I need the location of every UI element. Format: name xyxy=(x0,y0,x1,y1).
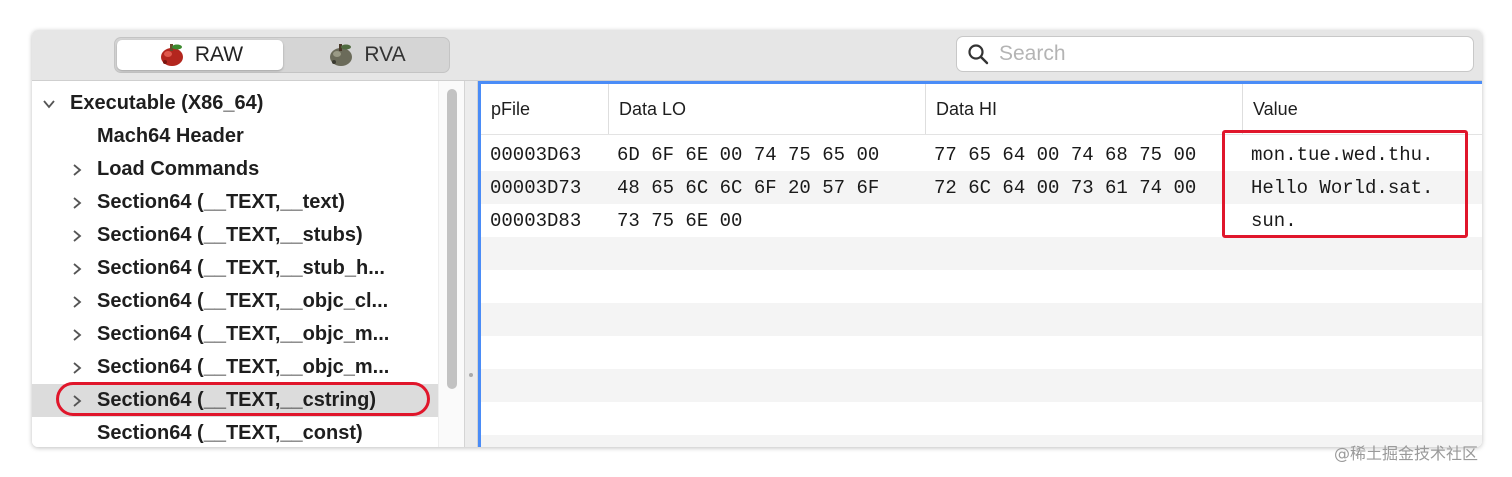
cell-data-lo: 48 65 6C 6C 6F 20 57 6F xyxy=(617,176,880,199)
empty-row xyxy=(481,237,1482,270)
empty-row xyxy=(481,270,1482,303)
column-header-data-hi[interactable]: Data HI xyxy=(926,84,1243,134)
search-field[interactable] xyxy=(956,36,1474,72)
view-mode-segmented-control: RAW RVA xyxy=(114,37,450,73)
cell-value: sun. xyxy=(1251,209,1297,232)
tree-item-label: Section64 (__TEXT,__objc_m... xyxy=(97,356,390,378)
table-row[interactable]: 00003D83 73 75 6E 00 sun. xyxy=(481,204,1482,237)
chevron-right-icon[interactable] xyxy=(70,394,84,408)
tree-item-section-const[interactable]: Section64 (__TEXT,__const) xyxy=(32,417,464,447)
column-header-pfile[interactable]: pFile xyxy=(481,84,609,134)
column-header-label: Data LO xyxy=(619,98,687,119)
tree-item-section-cstring[interactable]: Section64 (__TEXT,__cstring) xyxy=(32,384,464,417)
raw-mode-icon xyxy=(160,44,183,66)
tree-item-section-objc-methtype[interactable]: Section64 (__TEXT,__objc_m... xyxy=(32,351,464,384)
column-header-value[interactable]: Value xyxy=(1243,84,1482,134)
tree-item-mach64-header[interactable]: Mach64 Header xyxy=(32,120,464,153)
tree-item-label: Section64 (__TEXT,__objc_m... xyxy=(97,323,390,345)
tree-item-label: Section64 (__TEXT,__const) xyxy=(97,422,363,444)
empty-row xyxy=(481,369,1482,402)
cell-pfile: 00003D83 xyxy=(490,209,582,232)
cell-value: mon.tue.wed.thu. xyxy=(1251,143,1434,166)
chevron-right-icon[interactable] xyxy=(70,229,84,243)
search-input[interactable] xyxy=(997,41,1441,67)
tree-item-label: Executable (X86_64) xyxy=(70,92,264,114)
table-row[interactable]: 00003D63 6D 6F 6E 00 74 75 65 00 77 65 6… xyxy=(481,138,1482,171)
toolbar: RAW RVA xyxy=(32,30,1482,81)
split-view-divider[interactable] xyxy=(464,81,478,447)
tree-item-section-objc-classname[interactable]: Section64 (__TEXT,__objc_cl... xyxy=(32,285,464,318)
data-table: pFile Data LO Data HI Value 00003D63 6D … xyxy=(478,81,1482,447)
divider-grip-icon xyxy=(469,373,473,377)
column-header-label: pFile xyxy=(491,98,531,119)
tree-item-section-stub-helper[interactable]: Section64 (__TEXT,__stub_h... xyxy=(32,252,464,285)
empty-row xyxy=(481,402,1482,435)
cell-data-hi: 72 6C 64 00 73 61 74 00 xyxy=(934,176,1197,199)
rva-mode-icon xyxy=(330,44,353,66)
empty-row xyxy=(481,303,1482,336)
raw-mode-button[interactable]: RAW xyxy=(117,40,283,70)
cell-data-lo: 6D 6F 6E 00 74 75 65 00 xyxy=(617,143,880,166)
cell-data-hi: 77 65 64 00 74 68 75 00 xyxy=(934,143,1197,166)
sidebar-scrollbar-thumb[interactable] xyxy=(447,89,457,389)
cell-pfile: 00003D73 xyxy=(490,176,582,199)
app-window: RAW RVA Search Executable (X86_64) Mach6… xyxy=(32,30,1482,447)
chevron-right-icon[interactable] xyxy=(70,361,84,375)
tree-item-label: Section64 (__TEXT,__stub_h... xyxy=(97,257,385,279)
column-header-label: Value xyxy=(1253,98,1298,119)
chevron-right-icon[interactable] xyxy=(70,295,84,309)
chevron-right-icon[interactable] xyxy=(70,262,84,276)
rva-mode-button[interactable]: RVA xyxy=(283,40,449,70)
raw-mode-label: RAW xyxy=(194,43,244,66)
empty-row xyxy=(481,435,1482,447)
chevron-down-icon[interactable] xyxy=(42,97,56,111)
sidebar-scrollbar[interactable] xyxy=(438,81,464,447)
tree-item-label: Load Commands xyxy=(97,158,260,180)
tree-item-section-objc-methname[interactable]: Section64 (__TEXT,__objc_m... xyxy=(32,318,464,351)
table-row[interactable]: 00003D73 48 65 6C 6C 6F 20 57 6F 72 6C 6… xyxy=(481,171,1482,204)
tree-item-load-commands[interactable]: Load Commands xyxy=(32,153,464,186)
rva-mode-label: RVA xyxy=(364,43,406,66)
tree-item-label: Mach64 Header xyxy=(97,125,244,147)
chevron-right-icon[interactable] xyxy=(70,163,84,177)
chevron-right-icon[interactable] xyxy=(70,196,84,210)
tree-item-label: Section64 (__TEXT,__objc_cl... xyxy=(97,290,389,312)
cell-data-lo: 73 75 6E 00 xyxy=(617,209,743,232)
tree-item-section-text[interactable]: Section64 (__TEXT,__text) xyxy=(32,186,464,219)
cell-value: Hello World.sat. xyxy=(1251,176,1434,199)
tree-item-label: Section64 (__TEXT,__stubs) xyxy=(97,224,363,246)
search-icon xyxy=(968,44,989,65)
watermark: @稀土掘金技术社区 xyxy=(1334,444,1479,463)
chevron-right-icon[interactable] xyxy=(70,328,84,342)
column-header-data-lo[interactable]: Data LO xyxy=(609,84,926,134)
column-header-label: Data HI xyxy=(936,98,998,119)
tree-item-section-stubs[interactable]: Section64 (__TEXT,__stubs) xyxy=(32,219,464,252)
cell-pfile: 00003D63 xyxy=(490,143,582,166)
tree-item-executable[interactable]: Executable (X86_64) xyxy=(32,87,448,120)
sidebar-tree: Executable (X86_64) Mach64 Header Load C… xyxy=(32,81,464,447)
header-divider xyxy=(481,134,1482,135)
empty-row xyxy=(481,336,1482,369)
tree-item-label: Section64 (__TEXT,__text) xyxy=(97,191,345,213)
tree-item-label: Section64 (__TEXT,__cstring) xyxy=(97,389,376,411)
